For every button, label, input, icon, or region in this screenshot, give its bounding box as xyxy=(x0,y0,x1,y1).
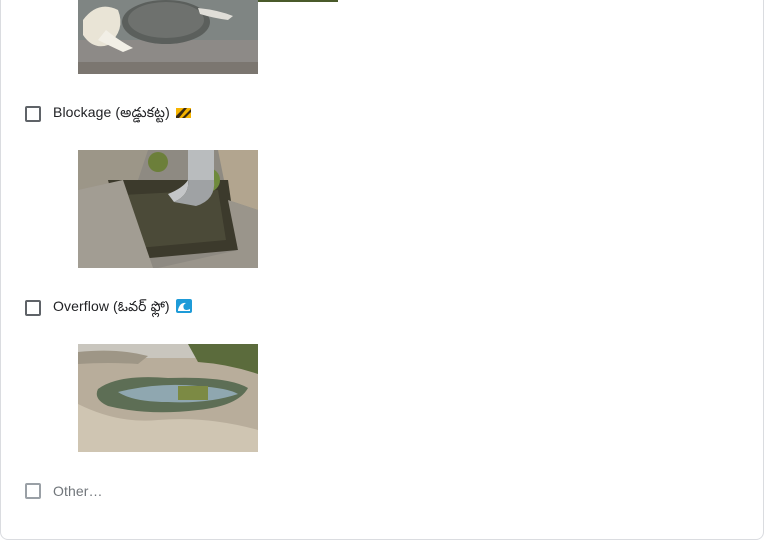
other-label[interactable]: Other… xyxy=(53,483,103,499)
header-accent-strip xyxy=(252,0,338,2)
overflow-puddle-image xyxy=(78,344,258,452)
option-blockage[interactable]: Blockage (అడ్డుకట్ట) xyxy=(25,104,191,124)
construction-icon xyxy=(175,105,191,123)
blockage-checkbox[interactable] xyxy=(25,106,41,122)
other-checkbox[interactable] xyxy=(25,483,41,499)
water-wave-icon xyxy=(175,298,192,318)
blockage-label: Blockage (అడ్డుకట్ట) xyxy=(53,104,170,120)
manhole-overflow-image xyxy=(78,0,258,74)
question-card xyxy=(0,0,764,540)
option-overflow[interactable]: Overflow (ఓవర్ ఫ్లో) xyxy=(25,298,192,318)
overflow-checkbox[interactable] xyxy=(25,300,41,316)
option-other[interactable]: Other… xyxy=(25,481,103,501)
overflow-label: Overflow (ఓవర్ ఫ్లో) xyxy=(53,298,170,314)
blockage-drain-image xyxy=(78,150,258,268)
